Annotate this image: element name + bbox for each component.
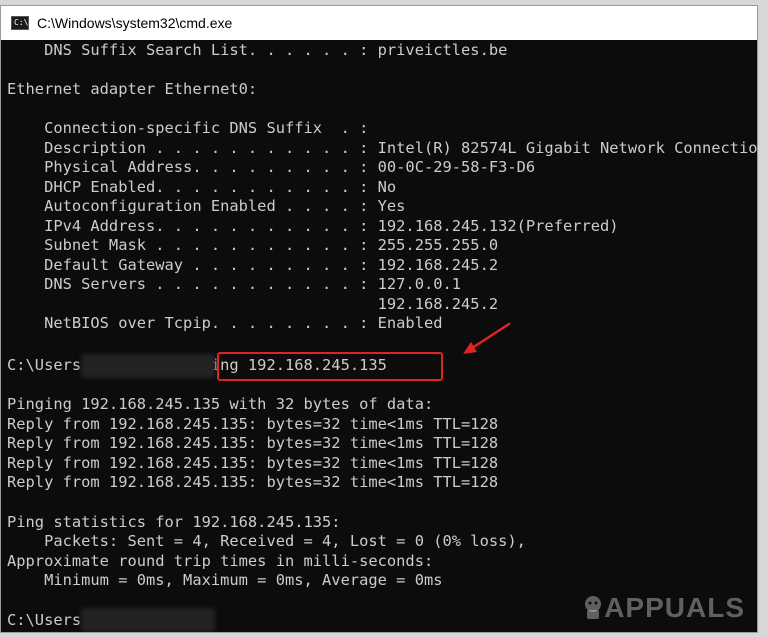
console-line: Approximate round trip times in milli-se… [7, 552, 434, 570]
watermark-text: APPUALS [604, 592, 745, 623]
console-line: Subnet Mask . . . . . . . . . . . : 255.… [7, 236, 499, 254]
console-line: Ping statistics for 192.168.245.135: [7, 513, 341, 531]
window-title: C:\Windows\system32\cmd.exe [37, 15, 233, 31]
console-line: Pinging 192.168.245.135 with 32 bytes of… [7, 395, 434, 413]
console-line: Reply from 192.168.245.135: bytes=32 tim… [7, 473, 499, 491]
appuals-watermark: APPUALS [582, 592, 745, 624]
console-line: DNS Suffix Search List. . . . . . : priv… [7, 41, 508, 59]
redacted-username [81, 354, 215, 378]
redacted-username [81, 608, 215, 632]
console-line: Packets: Sent = 4, Received = 4, Lost = … [7, 532, 526, 550]
console-line: Ethernet adapter Ethernet0: [7, 80, 258, 98]
title-bar[interactable]: C:\ C:\Windows\system32\cmd.exe [1, 6, 757, 40]
console-line: DHCP Enabled. . . . . . . . . . . : No [7, 178, 397, 196]
console-line: Connection-specific DNS Suffix . : [7, 119, 369, 137]
console-line: Default Gateway . . . . . . . . . : 192.… [7, 256, 499, 274]
console-output[interactable]: DNS Suffix Search List. . . . . . : priv… [1, 40, 757, 632]
console-line: Minimum = 0ms, Maximum = 0ms, Average = … [7, 571, 443, 589]
cmd-icon: C:\ [11, 16, 29, 30]
console-line: 192.168.245.2 [7, 295, 499, 313]
ping-command-highlight [217, 352, 443, 381]
cmd-window[interactable]: C:\ C:\Windows\system32\cmd.exe DNS Suff… [0, 5, 758, 633]
cmd-icon-glyph: C:\ [14, 18, 29, 27]
console-line: DNS Servers . . . . . . . . . . . : 127.… [7, 275, 462, 293]
console-line: Reply from 192.168.245.135: bytes=32 tim… [7, 454, 499, 472]
console-line: Physical Address. . . . . . . . . : 00-0… [7, 158, 536, 176]
red-arrow-icon [463, 322, 511, 354]
console-line: NetBIOS over Tcpip. . . . . . . . : Enab… [7, 314, 443, 332]
console-line: C:\Users [7, 611, 82, 629]
console-line: IPv4 Address. . . . . . . . . . . : 192.… [7, 217, 619, 235]
console-line: Reply from 192.168.245.135: bytes=32 tim… [7, 434, 499, 452]
console-line: Description . . . . . . . . . . . : Inte… [7, 139, 757, 157]
console-line: Reply from 192.168.245.135: bytes=32 tim… [7, 415, 499, 433]
appuals-mascot-icon [585, 596, 602, 619]
console-line: Autoconfiguration Enabled . . . . : Yes [7, 197, 406, 215]
